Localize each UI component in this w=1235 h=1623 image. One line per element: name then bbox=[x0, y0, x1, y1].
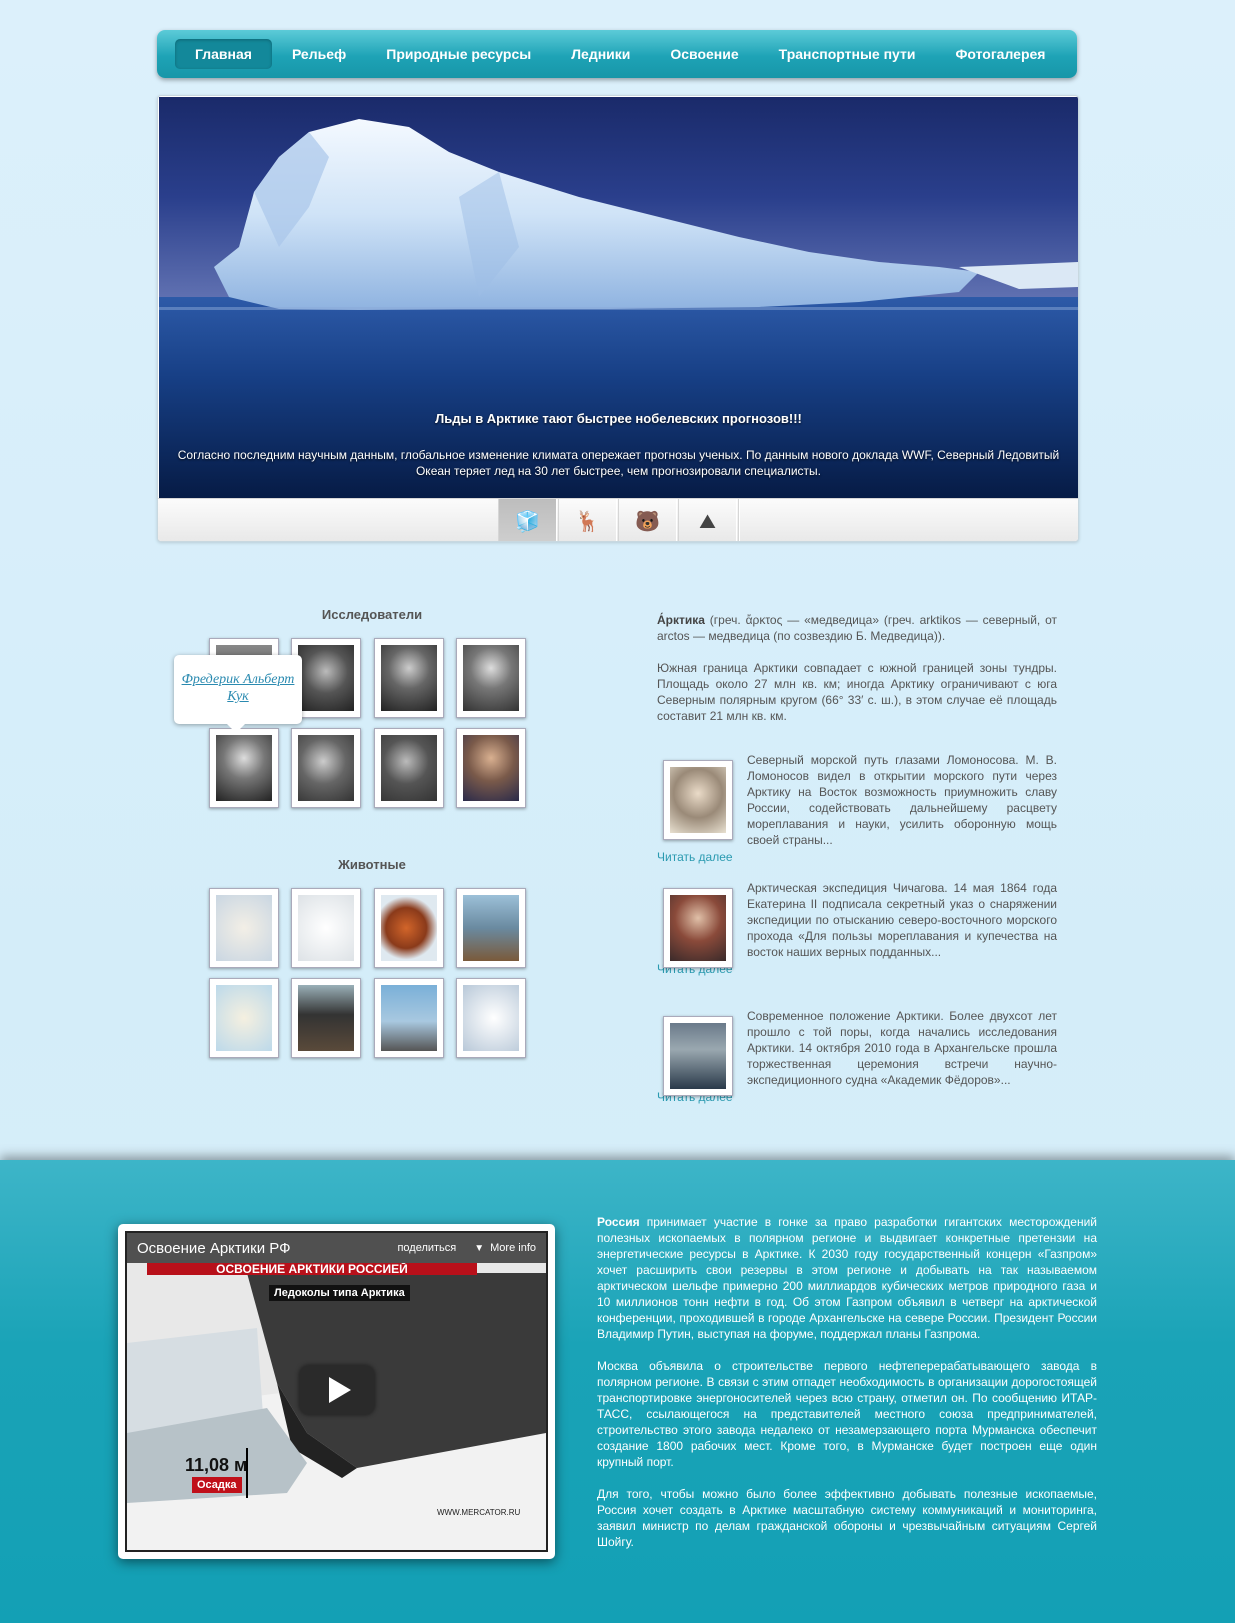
slide-title: Льды в Арктике тают быстрее нобелевских … bbox=[435, 411, 802, 426]
explorers-title: Исследователи bbox=[321, 607, 423, 622]
nav-item-development[interactable]: Освоение bbox=[650, 39, 758, 69]
russia-arctic-text: Россия принимает участие в гонке за прав… bbox=[597, 1214, 1097, 1566]
explorer-tooltip: Фредерик Альберт Кук bbox=[174, 655, 302, 733]
animal-photo-red-fox[interactable] bbox=[374, 888, 444, 968]
animal-photo-polar-bear[interactable] bbox=[209, 888, 279, 968]
slider-thumbnail-bar: 🧊 🦌 🐻 ⛰ bbox=[158, 498, 1078, 541]
iceberg-icon: ⛰ bbox=[699, 510, 716, 533]
slide-description: Согласно последним научным данным, глоба… bbox=[177, 448, 1060, 478]
thumb-divider bbox=[738, 499, 740, 541]
article-item: Современное положение Арктики. Более дву… bbox=[657, 1008, 1057, 1104]
animal-photo-guillemot[interactable] bbox=[291, 978, 361, 1058]
nav-item-home[interactable]: Главная bbox=[175, 39, 272, 69]
video-share-button[interactable]: поделиться bbox=[397, 1242, 456, 1254]
thumb-polar-bear[interactable]: 🐻 bbox=[618, 499, 677, 541]
video-depth-label: 11,08 м bbox=[185, 1455, 248, 1475]
arctic-intro: А́рктика (греч. ἄρκτος — «медведица» (гр… bbox=[657, 612, 1057, 740]
article-image-lomonosov[interactable] bbox=[663, 760, 733, 840]
explorer-photo[interactable] bbox=[291, 728, 361, 808]
animal-photo-gull[interactable] bbox=[374, 978, 444, 1058]
bottom-lead-term: Россия bbox=[597, 1215, 640, 1229]
polar-bear-icon: 🐻 bbox=[635, 510, 660, 533]
article-image-chichagov[interactable] bbox=[663, 888, 733, 968]
animal-photo-snowy-owl[interactable] bbox=[456, 978, 526, 1058]
bottom-lead-rest: принимает участие в гонке за право разра… bbox=[597, 1215, 1097, 1341]
more-info-icon: ▼ bbox=[474, 1242, 485, 1254]
article-text: Арктическая экспедиция Чичагова. 14 мая … bbox=[747, 881, 1057, 959]
read-more-link[interactable]: Читать далее bbox=[657, 850, 1057, 864]
animal-photo-arctic-fox[interactable] bbox=[291, 888, 361, 968]
video-topbar: Освоение Арктики РФ поделиться ▼ More in… bbox=[127, 1233, 546, 1263]
animals-title: Животные bbox=[338, 857, 406, 872]
intro-lead-term: А́рктика bbox=[657, 613, 705, 627]
article-image-ship[interactable] bbox=[663, 1016, 733, 1096]
explorer-photo[interactable] bbox=[374, 728, 444, 808]
nav-item-gallery[interactable]: Фотогалерея bbox=[935, 39, 1065, 69]
bottom-paragraph-1: Россия принимает участие в гонке за прав… bbox=[597, 1214, 1097, 1342]
intro-paragraph-2: Южная граница Арктики совпадает с южной … bbox=[657, 661, 1057, 723]
video-subbanner: Ледоколы типа Арктика bbox=[269, 1285, 410, 1301]
nav-item-transport[interactable]: Транспортные пути bbox=[759, 39, 936, 69]
animal-photo-walrus[interactable] bbox=[456, 888, 526, 968]
article-text: Современное положение Арктики. Более дву… bbox=[747, 1009, 1057, 1087]
explorer-photo[interactable] bbox=[456, 638, 526, 718]
bottom-paragraph-2: Москва объявила о строительстве первого … bbox=[597, 1359, 1097, 1469]
video-banner: ОСВОЕНИЕ АРКТИКИ РОССИЕЙ bbox=[147, 1263, 477, 1275]
video-frame[interactable]: ОСВОЕНИЕ АРКТИКИ РОССИЕЙ Ледоколы типа А… bbox=[125, 1231, 548, 1552]
nav-item-resources[interactable]: Природные ресурсы bbox=[366, 39, 551, 69]
video-osadka-label: Осадка bbox=[192, 1477, 242, 1493]
article-item: Северный морской путь глазами Ломоносова… bbox=[657, 752, 1057, 864]
main-nav: Главная Рельеф Природные ресурсы Ледники… bbox=[157, 30, 1077, 78]
bottom-paragraph-3: Для того, чтобы можно было более эффекти… bbox=[597, 1487, 1097, 1549]
intro-paragraph-1: А́рктика (греч. ἄρκτος — «медведица» (гр… bbox=[657, 612, 1057, 644]
iceberg-slide-image[interactable]: Льды в Арктике тают быстрее нобелевских … bbox=[159, 97, 1078, 498]
deer-icon: 🦌 bbox=[575, 510, 600, 533]
article-item: Арктическая экспедиция Чичагова. 14 мая … bbox=[657, 880, 1057, 976]
video-player: ОСВОЕНИЕ АРКТИКИ РОССИЕЙ Ледоколы типа А… bbox=[118, 1224, 555, 1559]
ice-cube-icon: 🧊 bbox=[515, 510, 540, 533]
video-more-info-button[interactable]: More info bbox=[490, 1242, 536, 1254]
thumb-iceberg[interactable]: ⛰ bbox=[678, 499, 737, 541]
image-slider: Льды в Арктике тают быстрее нобелевских … bbox=[157, 95, 1079, 542]
explorer-photo[interactable] bbox=[456, 728, 526, 808]
thumb-ice[interactable]: 🧊 bbox=[498, 499, 557, 541]
explorer-tooltip-link[interactable]: Фредерик Альберт Кук bbox=[182, 672, 295, 704]
play-button[interactable] bbox=[299, 1365, 375, 1415]
explorer-photo-cook[interactable] bbox=[209, 728, 279, 808]
thumb-deer[interactable]: 🦌 bbox=[558, 499, 617, 541]
nav-item-glaciers[interactable]: Ледники bbox=[551, 39, 650, 69]
animal-photo-seal-pup[interactable] bbox=[209, 978, 279, 1058]
article-text: Северный морской путь глазами Ломоносова… bbox=[747, 753, 1057, 847]
video-title[interactable]: Освоение Арктики РФ bbox=[137, 1240, 397, 1257]
nav-item-relief[interactable]: Рельеф bbox=[272, 39, 366, 69]
video-watermark: WWW.MERCATOR.RU bbox=[437, 1508, 521, 1517]
explorer-photo[interactable] bbox=[374, 638, 444, 718]
intro-lead-rest: (греч. ἄρκτος — «медведица» (греч. arkti… bbox=[657, 613, 1057, 643]
